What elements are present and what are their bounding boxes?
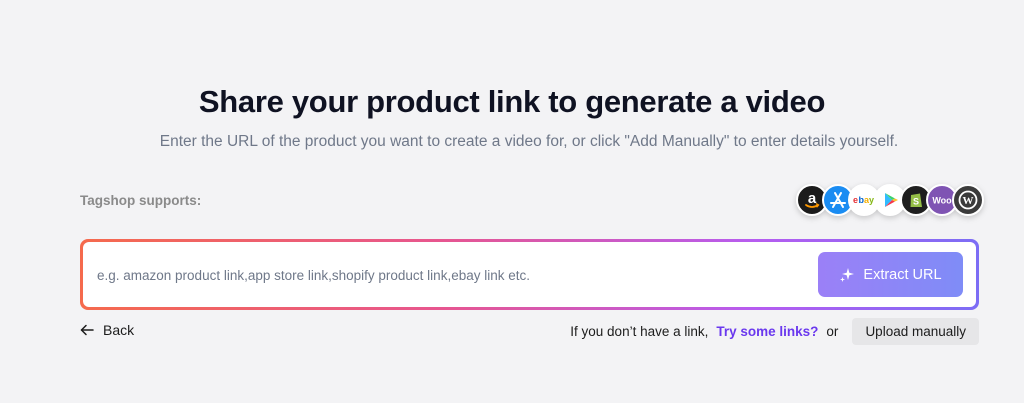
sparkle-icon bbox=[839, 267, 855, 283]
back-button[interactable]: Back bbox=[80, 322, 134, 338]
svg-text:S: S bbox=[913, 197, 919, 207]
svg-text:e: e bbox=[853, 195, 858, 205]
extract-url-button[interactable]: Extract URL bbox=[818, 252, 963, 297]
product-url-input[interactable] bbox=[95, 242, 799, 309]
page-title: Share your product link to generate a vi… bbox=[198, 84, 826, 119]
page-subtitle: Enter the URL of the product you want to… bbox=[159, 133, 899, 150]
arrow-left-icon bbox=[80, 324, 94, 336]
svg-text:W: W bbox=[963, 195, 974, 207]
no-link-text: If you don’t have a link, bbox=[570, 324, 709, 339]
svg-text:a: a bbox=[808, 190, 817, 207]
wordpress-logo-icon: W bbox=[952, 184, 984, 216]
footer-actions: If you don’t have a link, Try some links… bbox=[570, 318, 979, 345]
back-label: Back bbox=[103, 322, 135, 338]
upload-manually-button[interactable]: Upload manually bbox=[852, 318, 979, 345]
url-field-container: Extract URL bbox=[83, 242, 976, 309]
supports-label: Tagshop supports: bbox=[80, 193, 202, 208]
url-field-wrapper: Extract URL bbox=[80, 239, 979, 310]
supported-platforms: a e b a y S Woo W bbox=[796, 184, 984, 216]
extract-url-label: Extract URL bbox=[863, 266, 942, 283]
or-text: or bbox=[826, 324, 839, 339]
try-some-links-link[interactable]: Try some links? bbox=[716, 324, 818, 339]
svg-text:Woo: Woo bbox=[932, 196, 952, 206]
